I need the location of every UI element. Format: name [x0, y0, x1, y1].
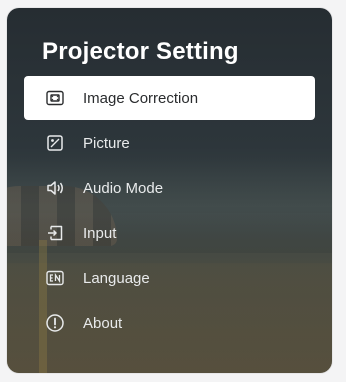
menu-item-about[interactable]: About	[24, 301, 315, 345]
menu-item-label: About	[83, 314, 123, 332]
menu-item-label: Image Correction	[83, 89, 199, 107]
image-correction-icon	[44, 87, 66, 109]
picture-icon	[44, 132, 66, 154]
menu-item-picture[interactable]: Picture	[24, 121, 315, 165]
screen-frame: Projector Setting Image Correction Pictu…	[0, 0, 346, 382]
menu-item-label: Input	[83, 224, 117, 242]
page-title: Projector Setting	[42, 38, 239, 65]
speaker-icon	[44, 177, 66, 199]
settings-panel: Projector Setting Image Correction Pictu…	[7, 8, 332, 373]
menu-item-input[interactable]: Input	[24, 211, 315, 255]
menu-item-image-correction[interactable]: Image Correction	[24, 76, 315, 120]
info-icon	[44, 312, 66, 334]
menu-item-label: Audio Mode	[83, 179, 164, 197]
menu-item-label: Language	[83, 269, 150, 287]
menu-item-audio-mode[interactable]: Audio Mode	[24, 166, 315, 210]
input-icon	[44, 222, 66, 244]
settings-menu: Image Correction Picture Audio Mode Inpu…	[24, 76, 315, 346]
language-en-icon	[44, 267, 66, 289]
menu-item-label: Picture	[83, 134, 130, 152]
menu-item-language[interactable]: Language	[24, 256, 315, 300]
